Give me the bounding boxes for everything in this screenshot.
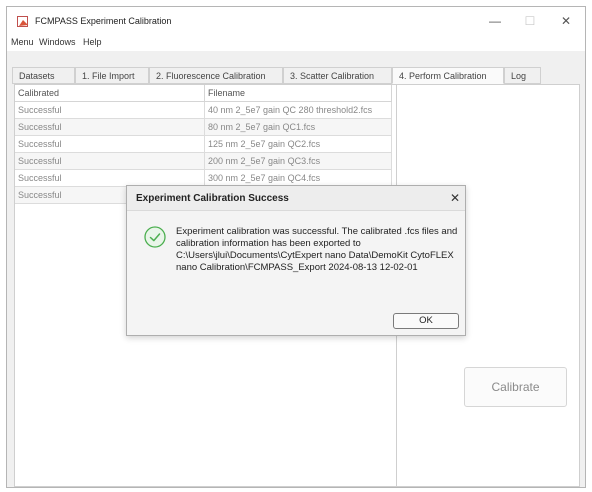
close-window-icon[interactable]: ✕ bbox=[558, 13, 574, 29]
tab-scatter-calibration[interactable]: 3. Scatter Calibration bbox=[283, 67, 392, 84]
cell-filename: 80 nm 2_5e7 gain QC1.fcs bbox=[205, 119, 392, 136]
dialog-title-bar: Experiment Calibration Success ✕ bbox=[127, 186, 465, 211]
maximize-icon[interactable]: ☐ bbox=[522, 13, 538, 29]
cell-calibrated: Successful bbox=[15, 102, 205, 119]
menu-bar: Menu Windows Help bbox=[7, 35, 585, 51]
cell-filename: 125 nm 2_5e7 gain QC2.fcs bbox=[205, 136, 392, 153]
matlab-app-icon bbox=[17, 16, 28, 27]
tab-log[interactable]: Log bbox=[504, 67, 541, 84]
dialog-title: Experiment Calibration Success bbox=[136, 193, 289, 204]
minimize-icon[interactable]: — bbox=[487, 13, 503, 29]
table-row[interactable]: Successful 80 nm 2_5e7 gain QC1.fcs bbox=[15, 119, 392, 136]
tab-perform-calibration[interactable]: 4. Perform Calibration bbox=[392, 67, 504, 84]
table-row[interactable]: Successful 200 nm 2_5e7 gain QC3.fcs bbox=[15, 153, 392, 170]
cell-filename: 200 nm 2_5e7 gain QC3.fcs bbox=[205, 153, 392, 170]
column-header-calibrated[interactable]: Calibrated bbox=[15, 85, 205, 102]
cell-calibrated: Successful bbox=[15, 119, 205, 136]
calibration-success-dialog: Experiment Calibration Success ✕ Experim… bbox=[126, 185, 466, 336]
title-bar: FCMPASS Experiment Calibration — ☐ ✕ bbox=[7, 7, 585, 35]
dialog-close-icon[interactable]: ✕ bbox=[450, 191, 460, 205]
table-row[interactable]: Successful 125 nm 2_5e7 gain QC2.fcs bbox=[15, 136, 392, 153]
table-row[interactable]: Successful 40 nm 2_5e7 gain QC 280 thres… bbox=[15, 102, 392, 119]
cell-calibrated: Successful bbox=[15, 136, 205, 153]
column-header-filename[interactable]: Filename bbox=[205, 85, 392, 102]
menu-windows[interactable]: Windows bbox=[39, 37, 76, 47]
cell-calibrated: Successful bbox=[15, 153, 205, 170]
cell-filename: 40 nm 2_5e7 gain QC 280 threshold2.fcs bbox=[205, 102, 392, 119]
success-check-icon bbox=[144, 226, 166, 248]
menu-menu[interactable]: Menu bbox=[11, 37, 34, 47]
tab-fluorescence-calibration[interactable]: 2. Fluorescence Calibration bbox=[149, 67, 283, 84]
tab-datasets[interactable]: Datasets bbox=[12, 67, 75, 84]
window-title: FCMPASS Experiment Calibration bbox=[35, 16, 172, 26]
ok-button[interactable]: OK bbox=[393, 313, 459, 329]
dialog-message: Experiment calibration was successful. T… bbox=[176, 226, 458, 273]
tab-strip: Datasets 1. File Import 2. Fluorescence … bbox=[7, 67, 585, 84]
menu-help[interactable]: Help bbox=[83, 37, 102, 47]
calibrate-button[interactable]: Calibrate bbox=[464, 367, 567, 407]
tab-file-import[interactable]: 1. File Import bbox=[75, 67, 149, 84]
